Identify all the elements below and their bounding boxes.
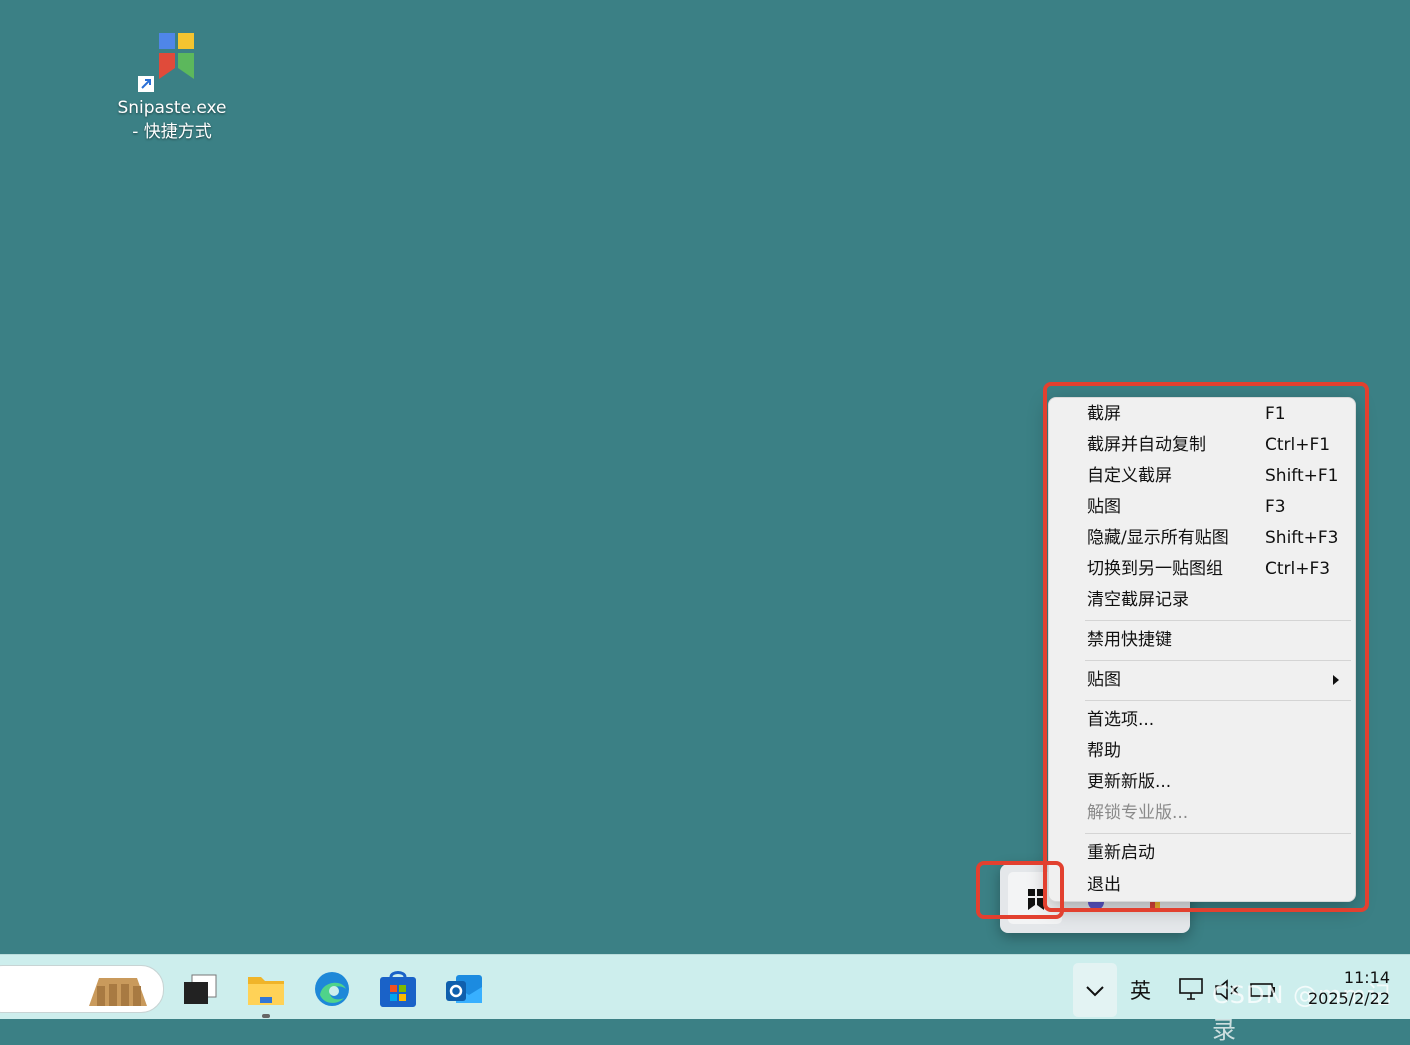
snipaste-app-icon <box>137 22 207 92</box>
ime-indicator[interactable]: 英 <box>1130 975 1151 1005</box>
chevron-down-icon <box>1086 986 1104 997</box>
show-hidden-icons-button[interactable] <box>1073 963 1117 1017</box>
microsoft-store-icon[interactable] <box>378 969 418 1009</box>
network-icon[interactable] <box>1176 977 1206 1003</box>
highlight-menu-box <box>1043 382 1369 912</box>
taskbar: 英 CSDN @mm记录 11:14 2025/2/22 <box>0 954 1410 1044</box>
edge-browser-icon[interactable] <box>312 969 352 1009</box>
taskbar-search-box[interactable] <box>0 965 164 1013</box>
file-explorer-icon[interactable] <box>246 969 286 1009</box>
outlook-icon[interactable] <box>444 969 484 1009</box>
desktop-icon-label: Snipaste.exe - 快捷方式 <box>112 96 232 144</box>
task-view-icon[interactable] <box>180 969 220 1009</box>
icon-label-line2: - 快捷方式 <box>132 122 212 142</box>
icon-label-line1: Snipaste.exe <box>117 98 227 118</box>
search-highlight-image-icon <box>89 978 147 1006</box>
clock-time: 11:14 <box>1343 968 1390 987</box>
desktop-icon-snipaste[interactable]: Snipaste.exe - 快捷方式 <box>112 22 232 144</box>
running-indicator <box>262 1014 270 1018</box>
clock-date: 2025/2/22 <box>1307 989 1390 1008</box>
highlight-tray-box <box>976 861 1064 919</box>
clock[interactable]: 11:14 2025/2/22 <box>1290 967 1390 1009</box>
